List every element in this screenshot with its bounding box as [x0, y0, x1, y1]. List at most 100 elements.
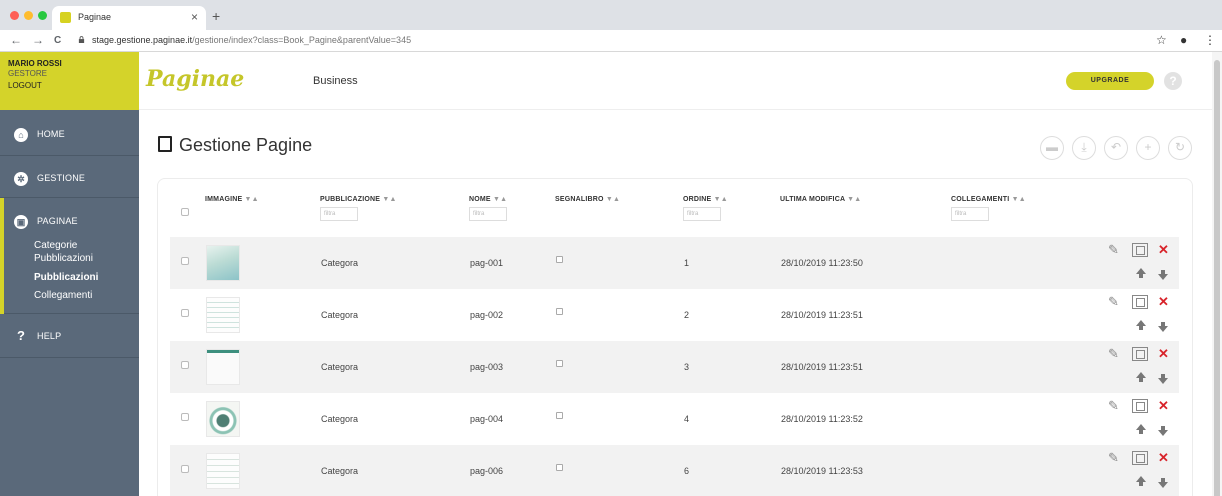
column-header-nome[interactable]: NOME ▼▲: [469, 196, 507, 203]
preview-frame-icon[interactable]: [1132, 243, 1148, 257]
sidebar-item-gestione[interactable]: ✲ GESTIONE: [0, 156, 139, 198]
column-header-immagine[interactable]: IMMAGINE ▼▲: [205, 196, 259, 203]
print-icon[interactable]: ▬: [1040, 136, 1064, 160]
table-row[interactable]: Categora pag-002 2 28/10/2019 11:23:51 ✎…: [170, 289, 1179, 341]
cell-nome: pag-006: [470, 466, 504, 476]
row-checkbox[interactable]: [181, 413, 189, 421]
download-icon[interactable]: ⤓: [1072, 136, 1096, 160]
sidebar-item-paginae[interactable]: ▣ PAGINAE Categorie Pubblicazioni Pubbli…: [0, 198, 139, 314]
forward-icon[interactable]: →: [32, 33, 44, 47]
logout-link[interactable]: LOGOUT: [8, 81, 139, 90]
close-tab-icon[interactable]: ×: [191, 10, 198, 24]
user-box: MARIO ROSSI GESTORE LOGOUT: [0, 52, 139, 110]
window-close-button[interactable]: [10, 11, 19, 20]
select-all-checkbox[interactable]: [181, 208, 189, 216]
sort-icon[interactable]: ▼▲: [1012, 196, 1026, 203]
row-checkbox[interactable]: [181, 465, 189, 473]
preview-frame-icon[interactable]: [1132, 451, 1148, 465]
table-row[interactable]: Categora pag-004 4 28/10/2019 11:23:52 ✎…: [170, 393, 1179, 445]
edit-pencil-icon[interactable]: ✎: [1108, 347, 1119, 360]
column-header-ordine[interactable]: ORDINE ▼▲: [683, 196, 728, 203]
column-header-collegamenti[interactable]: COLLEGAMENTI ▼▲: [951, 196, 1026, 203]
sidebar-item-help[interactable]: ? HELP: [0, 314, 139, 358]
move-up-icon[interactable]: [1136, 320, 1146, 330]
row-checkbox[interactable]: [181, 361, 189, 369]
sidebar-subitem-pubblicazioni-label[interactable]: Pubblicazioni: [34, 253, 93, 264]
window-zoom-button[interactable]: [38, 11, 47, 20]
move-up-icon[interactable]: [1136, 372, 1146, 382]
filter-input-pubblicazione[interactable]: filtra: [320, 207, 358, 221]
reload-icon[interactable]: C: [54, 35, 61, 46]
page-thumbnail[interactable]: [206, 401, 240, 437]
filter-input-nome[interactable]: filtra: [469, 207, 507, 221]
row-checkbox[interactable]: [181, 309, 189, 317]
preview-frame-icon[interactable]: [1132, 347, 1148, 361]
column-header-pubblicazione[interactable]: PUBBLICAZIONE ▼▲: [320, 196, 397, 203]
edit-pencil-icon[interactable]: ✎: [1108, 243, 1119, 256]
browser-tab[interactable]: Paginae ×: [52, 6, 206, 30]
bookmark-checkbox[interactable]: [556, 360, 563, 367]
address-bar[interactable]: stage.gestione.paginae.it/gestione/index…: [92, 35, 411, 45]
sort-icon[interactable]: ▼▲: [382, 196, 396, 203]
delete-icon[interactable]: ✕: [1158, 295, 1169, 308]
sidebar-subitem-pubblicazioni[interactable]: Pubblicazioni: [34, 272, 98, 283]
account-icon[interactable]: ●: [1180, 33, 1187, 47]
column-header-ultima-modifica[interactable]: ULTIMA MODIFICA ▼▲: [780, 196, 861, 203]
back-icon[interactable]: ←: [10, 33, 22, 47]
table-row[interactable]: Categora pag-003 3 28/10/2019 11:23:51 ✎…: [170, 341, 1179, 393]
new-tab-button[interactable]: +: [212, 8, 220, 24]
move-down-icon[interactable]: [1158, 374, 1168, 384]
window-minimize-button[interactable]: [24, 11, 33, 20]
sort-icon[interactable]: ▼▲: [245, 196, 259, 203]
edit-pencil-icon[interactable]: ✎: [1108, 399, 1119, 412]
move-down-icon[interactable]: [1158, 322, 1168, 332]
move-up-icon[interactable]: [1136, 424, 1146, 434]
bookmark-checkbox[interactable]: [556, 256, 563, 263]
delete-icon[interactable]: ✕: [1158, 243, 1169, 256]
help-icon[interactable]: ?: [1164, 72, 1182, 90]
sort-icon[interactable]: ▼▲: [847, 196, 861, 203]
page-thumbnail[interactable]: [206, 349, 240, 385]
move-down-icon[interactable]: [1158, 426, 1168, 436]
bookmark-checkbox[interactable]: [556, 308, 563, 315]
sort-icon[interactable]: ▼▲: [714, 196, 728, 203]
table-row[interactable]: Categora pag-001 1 28/10/2019 11:23:50 ✎…: [170, 237, 1179, 289]
page-thumbnail[interactable]: [206, 245, 240, 281]
sidebar-subitem-collegamenti[interactable]: Collegamenti: [34, 290, 92, 301]
cell-ultima-modifica: 28/10/2019 11:23:53: [781, 466, 863, 476]
sort-icon[interactable]: ▼▲: [606, 196, 620, 203]
add-icon[interactable]: +: [1136, 136, 1160, 160]
delete-icon[interactable]: ✕: [1158, 451, 1169, 464]
paginae-logo[interactable]: Paginae: [146, 66, 244, 92]
scrollbar-thumb[interactable]: [1214, 60, 1220, 496]
edit-pencil-icon[interactable]: ✎: [1108, 295, 1119, 308]
page-thumbnail[interactable]: [206, 453, 240, 489]
sidebar-item-home[interactable]: ⌂ HOME: [0, 110, 139, 156]
undo-icon[interactable]: ↶: [1104, 136, 1128, 160]
upgrade-button[interactable]: UPGRADE: [1066, 72, 1154, 90]
sort-icon[interactable]: ▼▲: [493, 196, 507, 203]
edit-pencil-icon[interactable]: ✎: [1108, 451, 1119, 464]
move-down-icon[interactable]: [1158, 478, 1168, 488]
bookmark-checkbox[interactable]: [556, 464, 563, 471]
page-thumbnail[interactable]: [206, 297, 240, 333]
move-up-icon[interactable]: [1136, 268, 1146, 278]
filter-input-ordine[interactable]: filtra: [683, 207, 721, 221]
sidebar-subitem-categorie[interactable]: Categorie: [34, 240, 77, 251]
cell-pubblicazione: Categora: [321, 258, 359, 268]
preview-frame-icon[interactable]: [1132, 295, 1148, 309]
refresh-icon[interactable]: ↻: [1168, 136, 1192, 160]
delete-icon[interactable]: ✕: [1158, 347, 1169, 360]
bookmark-star-icon[interactable]: ☆: [1156, 33, 1167, 47]
bookmark-checkbox[interactable]: [556, 412, 563, 419]
column-header-segnalibro[interactable]: SEGNALIBRO ▼▲: [555, 196, 620, 203]
table-row[interactable]: Categora pag-006 6 28/10/2019 11:23:53 ✎…: [170, 445, 1179, 496]
preview-frame-icon[interactable]: [1132, 399, 1148, 413]
column-label: SEGNALIBRO: [555, 196, 604, 203]
move-down-icon[interactable]: [1158, 270, 1168, 280]
delete-icon[interactable]: ✕: [1158, 399, 1169, 412]
move-up-icon[interactable]: [1136, 476, 1146, 486]
browser-menu-icon[interactable]: ⋮: [1204, 33, 1216, 47]
row-checkbox[interactable]: [181, 257, 189, 265]
filter-input-collegamenti[interactable]: filtra: [951, 207, 989, 221]
